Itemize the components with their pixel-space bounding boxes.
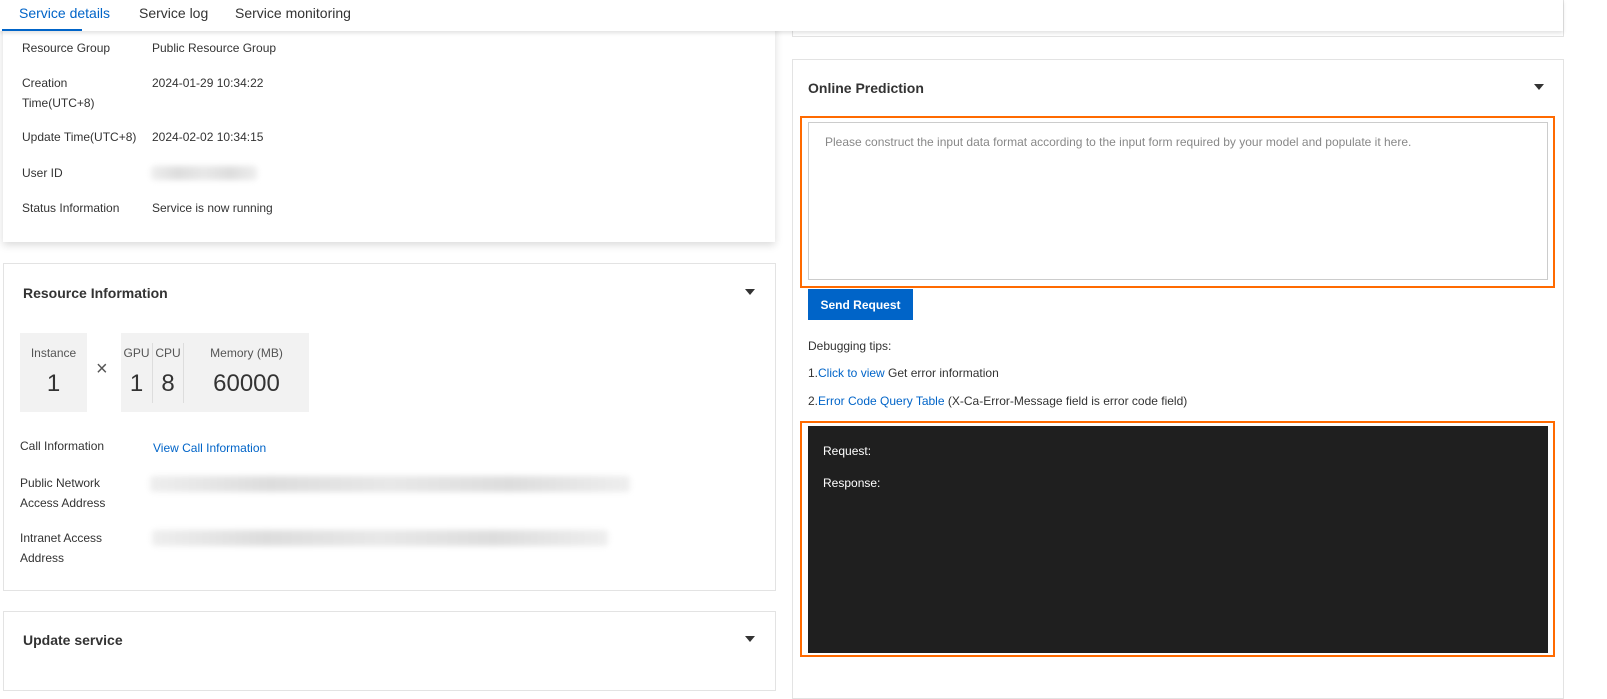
tip-1: 1.Click to view Get error information: [808, 366, 999, 380]
tip-1-prefix: 1.: [808, 366, 819, 380]
resource-group-label: Resource Group: [22, 41, 111, 55]
update-service-card: Update service: [3, 611, 776, 691]
gpu-value: 1: [129, 370, 144, 397]
click-to-view-link[interactable]: Click to view: [818, 366, 885, 380]
instance-label: Instance: [30, 346, 77, 360]
intranet-address-label-1: Intranet Access: [20, 531, 103, 545]
tip-1-text: Get error information: [884, 366, 999, 380]
resource-info-card: Resource Information Instance 1 × GPU 1 C…: [3, 263, 776, 591]
tab-service-monitoring[interactable]: Service monitoring: [235, 5, 351, 21]
prediction-input[interactable]: [808, 122, 1548, 280]
send-request-button[interactable]: Send Request: [808, 289, 913, 320]
request-label: Request:: [823, 444, 872, 458]
resource-info-title: Resource Information: [23, 285, 168, 301]
update-service-title: Update service: [23, 632, 123, 648]
tip-2-prefix: 2.: [808, 394, 819, 408]
status-label: Status Information: [22, 201, 120, 215]
view-call-info-link[interactable]: View Call Information: [153, 438, 266, 458]
tab-service-log[interactable]: Service log: [139, 5, 208, 21]
instance-value: 1: [46, 370, 61, 397]
response-label: Response:: [823, 476, 881, 490]
tip-2: 2.Error Code Query Table (X-Ca-Error-Mes…: [808, 394, 1187, 408]
debugging-tips-title: Debugging tips:: [808, 339, 892, 353]
cpu-value: 8: [161, 370, 175, 397]
status-value: Service is now running: [152, 201, 273, 215]
update-time-value: 2024-02-02 10:34:15: [152, 130, 264, 144]
creation-time-label-2: Time(UTC+8): [22, 96, 95, 110]
basic-info-card: Resource Group Public Resource Group Cre…: [3, 20, 775, 242]
intranet-address-redacted: [152, 530, 608, 546]
error-code-table-link[interactable]: Error Code Query Table: [818, 394, 945, 408]
tab-bar: Service details Service log Service moni…: [0, 0, 1563, 31]
response-console: Request: Response:: [808, 426, 1548, 653]
collapse-caret-icon[interactable]: [1534, 84, 1544, 90]
cpu-spec: CPU 8: [153, 333, 183, 412]
collapse-caret-icon[interactable]: [745, 636, 755, 642]
spec-group: GPU 1 CPU 8 Memory (MB) 60000: [121, 333, 309, 412]
tab-service-details[interactable]: Service details: [19, 5, 110, 21]
resource-group-value: Public Resource Group: [152, 41, 277, 55]
online-prediction-title: Online Prediction: [808, 80, 924, 96]
memory-spec: Memory (MB) 60000: [184, 333, 309, 412]
gpu-label: GPU: [123, 346, 150, 360]
collapse-caret-icon[interactable]: [745, 289, 755, 295]
creation-time-label-1: Creation: [22, 76, 68, 90]
memory-label: Memory (MB): [210, 346, 283, 360]
multiply-icon: ×: [96, 358, 108, 380]
user-id-redacted: [151, 166, 257, 180]
public-address-label-2: Access Address: [20, 496, 106, 510]
tip-2-text: (X-Ca-Error-Message field is error code …: [944, 394, 1188, 408]
intranet-address-label-2: Address: [20, 551, 65, 565]
memory-value: 60000: [213, 370, 280, 397]
gpu-spec: GPU 1: [121, 333, 152, 412]
active-tab-indicator: [2, 29, 82, 31]
creation-time-value: 2024-01-29 10:34:22: [152, 76, 264, 90]
cpu-label: CPU: [155, 346, 181, 360]
update-time-label: Update Time(UTC+8): [22, 130, 137, 144]
user-id-label: User ID: [22, 166, 63, 180]
public-address-label-1: Public Network: [20, 476, 101, 490]
public-address-redacted: [150, 476, 630, 492]
instance-spec: Instance 1: [20, 333, 87, 412]
call-info-label: Call Information: [20, 439, 105, 453]
